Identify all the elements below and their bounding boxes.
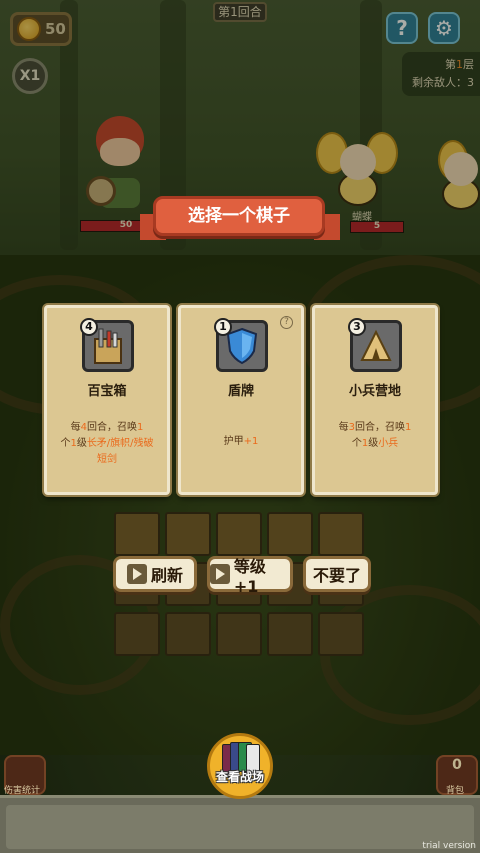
card-name: 百宝箱 [87,384,127,399]
piece-card-shield[interactable]: 1 ? 盾牌 护甲+1 [178,305,304,495]
view-battlefield-label: 查看战场 [215,770,264,784]
backpack-label: 背包 [446,786,465,796]
video-ad-icon [126,564,147,584]
card-name: 盾牌 [227,384,254,399]
card-level-badge: 4 [80,318,98,336]
video-ad-icon [210,564,230,584]
bottom-panel [6,805,474,849]
card-level-badge: 1 [214,318,232,336]
piece-card-soldier-camp[interactable]: 3 小兵营地 每3回合，召唤1 个1级小兵 [312,305,438,495]
backpack-count: 0 [452,757,462,773]
damage-stats-label: 伤害统计 [4,786,41,796]
level-up-button[interactable]: 等级+1 [207,556,293,596]
refresh-button[interactable]: 刷新 [113,556,197,592]
card-description: 每4回合，召唤1 个1级长矛/旗帜/残破短剑 [60,422,154,465]
card-help-icon[interactable]: ? [280,316,293,329]
card-level-badge: 3 [348,318,366,336]
piece-card-treasure-box[interactable]: 4 百宝箱 每4回合，召唤1 个1级长矛/旗帜/残破短剑 [44,305,170,495]
view-battlefield-button[interactable] [207,733,273,799]
dialog-title: 选择一个棋子 [153,196,325,236]
card-name: 小兵营地 [348,384,401,399]
card-description: 护甲+1 [223,436,259,447]
card-description: 每3回合，召唤1 个1级小兵 [338,422,412,449]
skip-button[interactable]: 不要了 [303,556,371,592]
trial-watermark: trial version [422,841,476,851]
